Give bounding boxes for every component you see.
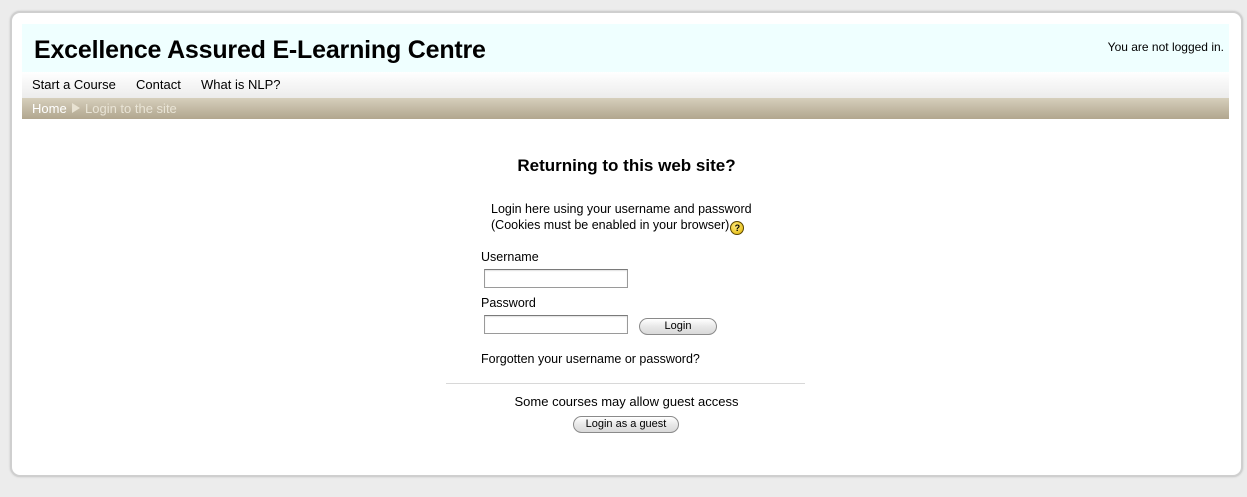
- login-button[interactable]: Login: [639, 318, 717, 335]
- login-as-guest-button[interactable]: Login as a guest: [573, 416, 679, 433]
- help-question-icon[interactable]: ?: [730, 221, 745, 235]
- menu-item-start-a-course[interactable]: Start a Course: [32, 77, 116, 92]
- forgot-password-link[interactable]: Forgotten your username or password?: [481, 352, 700, 366]
- menu-item-contact[interactable]: Contact: [136, 77, 181, 92]
- page-container: Excellence Assured E-Learning Centre You…: [10, 11, 1243, 477]
- username-label: Username: [481, 250, 539, 264]
- breadcrumb-current: Login to the site: [85, 101, 177, 116]
- cookies-note: (Cookies must be enabled in your browser…: [491, 218, 730, 232]
- section-divider: [446, 383, 805, 384]
- breadcrumb-home-link[interactable]: Home: [32, 101, 67, 116]
- instructions-line-2: (Cookies must be enabled in your browser…: [491, 217, 752, 235]
- instructions-line-1: Login here using your username and passw…: [491, 202, 752, 216]
- breadcrumb-arrow-icon: [72, 103, 80, 113]
- login-heading: Returning to this web site?: [517, 156, 736, 175]
- guest-access-text: Some courses may allow guest access: [514, 394, 739, 409]
- site-title: Excellence Assured E-Learning Centre: [34, 36, 486, 64]
- username-input[interactable]: [484, 269, 628, 288]
- password-label: Password: [481, 296, 536, 310]
- custom-menu: Start a Course Contact What is NLP?: [22, 72, 1229, 98]
- site-header: Excellence Assured E-Learning Centre You…: [22, 24, 1229, 72]
- menu-item-what-is-nlp[interactable]: What is NLP?: [201, 77, 280, 92]
- password-input[interactable]: [484, 315, 628, 334]
- login-status: You are not logged in.: [1107, 40, 1224, 54]
- login-instructions: Login here using your username and passw…: [491, 201, 752, 235]
- breadcrumb: Home Login to the site: [22, 98, 1229, 119]
